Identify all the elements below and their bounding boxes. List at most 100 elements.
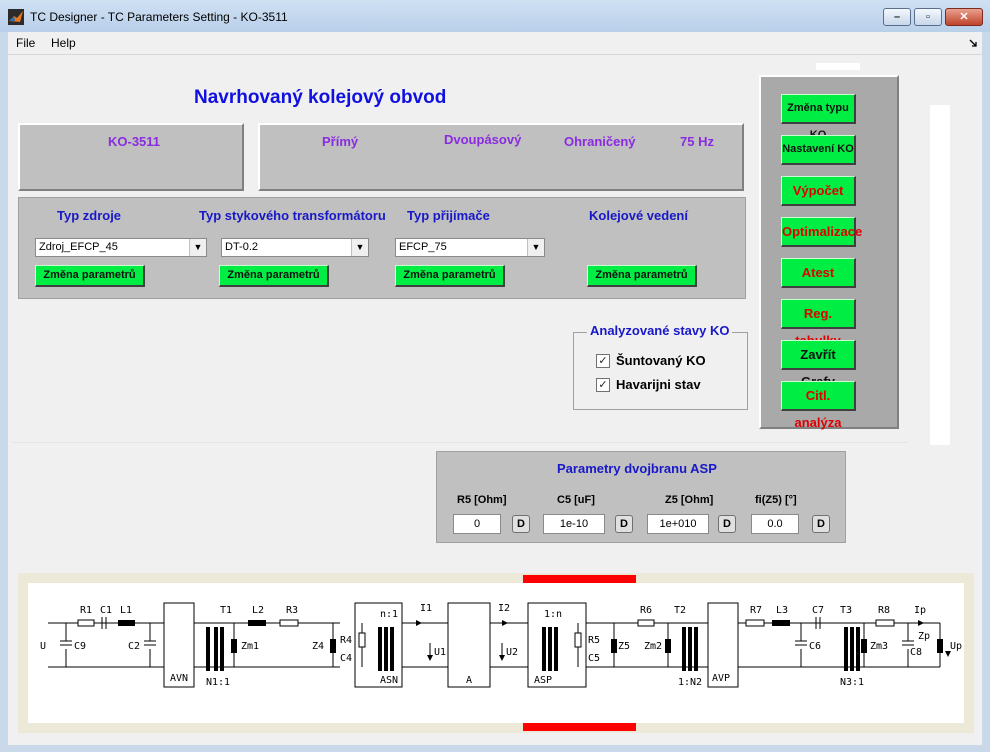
label-L1: L1 <box>120 605 132 616</box>
label-Ip: Ip <box>914 605 926 616</box>
c5-label: C5 [uF] <box>557 494 595 506</box>
label-Z5: Z5 <box>618 641 630 652</box>
label-n-1: n:1 <box>380 609 398 620</box>
z5-input[interactable]: 1e+010 <box>647 514 709 534</box>
c5-d-button[interactable]: D <box>615 515 633 533</box>
track-line-label: Kolejové vedení <box>589 208 688 223</box>
analyzed-states-legend: Analyzované stavy KO <box>587 323 733 338</box>
fi-z5-label: fi(Z5) [°] <box>755 494 797 506</box>
label-C9: C9 <box>74 641 86 652</box>
maximize-button[interactable]: ▫ <box>914 8 942 26</box>
menu-help[interactable]: Help <box>51 36 76 50</box>
change-type-button[interactable]: Změna typu KO <box>781 94 856 141</box>
label-Zp: Zp <box>918 631 930 642</box>
ko-name: KO-3511 <box>108 134 161 149</box>
source-type-value: Zdroj_EFCP_45 <box>39 241 118 253</box>
label-C4: C4 <box>340 653 352 664</box>
close-graphs-button[interactable]: Zavřít Grafy <box>781 340 856 389</box>
receiver-change-params-button[interactable]: Změna parametrů <box>395 265 505 287</box>
asp-marker-top <box>523 575 636 583</box>
r5-input[interactable]: 0 <box>453 514 501 534</box>
ko-summary-panel: Přímý Dvoupásový Ohraničený 75 Hz <box>258 123 744 191</box>
source-change-params-button[interactable]: Změna parametrů <box>35 265 145 287</box>
source-type-label: Typ zdroje <box>57 208 122 223</box>
menu-file[interactable]: File <box>16 36 35 50</box>
window-title: TC Designer - TC Parameters Setting - KO… <box>30 10 288 24</box>
label-C1: C1 <box>100 605 112 616</box>
asp-marker-bottom <box>523 723 636 731</box>
maximize-icon: ▫ <box>926 11 930 23</box>
fi-z5-d-button[interactable]: D <box>812 515 830 533</box>
label-Zm1: Zm1 <box>241 641 259 652</box>
label-T1: T1 <box>220 605 232 616</box>
line-change-params-button[interactable]: Změna parametrů <box>587 265 697 287</box>
label-ASN: ASN <box>380 675 398 686</box>
asp-params-panel: Parametry dvojbranu ASP R5 [Ohm] C5 [uF]… <box>436 451 846 543</box>
label-R4: R4 <box>340 635 352 646</box>
sensitivity-button[interactable]: Citl. analýza <box>781 381 856 430</box>
minimize-button[interactable]: – <box>883 8 911 26</box>
chevron-down-icon: ▼ <box>527 239 544 256</box>
fi-z5-input[interactable]: 0.0 <box>751 514 799 534</box>
label-C7: C7 <box>812 605 824 616</box>
minimize-icon: – <box>893 11 901 23</box>
receiver-type-value: EFCP_75 <box>399 241 447 253</box>
c5-input[interactable]: 1e-10 <box>543 514 605 534</box>
ko-rail: Dvoupásový <box>444 132 522 147</box>
receiver-type-select[interactable]: EFCP_75 ▼ <box>395 238 545 257</box>
label-AVP: AVP <box>712 673 730 684</box>
label-T3: T3 <box>840 605 852 616</box>
main-content: Navrhovaný kolejový obvod KO-3511 Přímý … <box>8 55 982 745</box>
asp-params-title: Parametry dvojbranu ASP <box>557 461 717 476</box>
settings-button[interactable]: Nastavení KO <box>781 135 856 165</box>
label-A: A <box>466 675 472 686</box>
z5-d-button[interactable]: D <box>718 515 736 533</box>
label-Zm3: Zm3 <box>870 641 888 652</box>
source-type-select[interactable]: Zdroj_EFCP_45 ▼ <box>35 238 207 257</box>
transformer-type-select[interactable]: DT-0.2 ▼ <box>221 238 369 257</box>
ko-name-panel: KO-3511 <box>18 123 244 191</box>
label-U1: U1 <box>434 647 446 658</box>
label-U: U <box>40 641 46 652</box>
label-I2: I2 <box>498 603 510 614</box>
label-C2: C2 <box>128 641 140 652</box>
close-button[interactable]: ✕ <box>945 8 983 26</box>
label-L2: L2 <box>252 605 264 616</box>
menu-bar: File Help <box>8 32 982 55</box>
label-R3: R3 <box>286 605 298 616</box>
ko-limit: Ohraničený <box>564 134 636 149</box>
label-R7: R7 <box>750 605 762 616</box>
label-1-n: 1:n <box>544 609 562 620</box>
vertical-scroll-track[interactable] <box>930 105 950 445</box>
title-bar[interactable]: TC Designer - TC Parameters Setting - KO… <box>0 0 990 32</box>
optimize-button[interactable]: Optimalizace <box>781 217 862 247</box>
label-I1: I1 <box>420 603 432 614</box>
divider <box>12 442 908 443</box>
circuit-diagram: U C9 R1 C1 L1 C2 AVN T1 Zm1 N1:1 L2 R3 Z… <box>28 583 964 723</box>
label-N3-1: N3:1 <box>840 677 864 688</box>
label-C8: C8 <box>910 647 922 658</box>
reg-tables-button[interactable]: Reg. tabulky <box>781 299 856 348</box>
action-buttons-panel: Změna typu KO Nastavení KO Výpočet Optim… <box>759 75 899 430</box>
compute-button[interactable]: Výpočet <box>781 176 856 206</box>
label-L3: L3 <box>776 605 788 616</box>
page-title: Navrhovaný kolejový obvod <box>194 87 447 108</box>
dock-arrow-icon[interactable] <box>968 38 978 48</box>
circuit-diagram-area: U C9 R1 C1 L1 C2 AVN T1 Zm1 N1:1 L2 R3 Z… <box>18 573 974 733</box>
analyzed-states-group: Analyzované stavy KO ✓ Šuntovaný KO ✓ Ha… <box>573 323 748 410</box>
shunt-checkbox[interactable]: ✓ <box>596 354 610 368</box>
label-ASP: ASP <box>534 675 552 686</box>
shunt-label: Šuntovaný KO <box>616 353 706 368</box>
label-AVN: AVN <box>170 673 188 684</box>
transformer-change-params-button[interactable]: Změna parametrů <box>219 265 329 287</box>
r5-label: R5 [Ohm] <box>457 494 507 506</box>
atest-button[interactable]: Atest <box>781 258 856 288</box>
ko-type: Přímý <box>322 134 359 149</box>
transformer-type-value: DT-0.2 <box>225 241 259 253</box>
z5-label: Z5 [Ohm] <box>665 494 714 506</box>
chevron-down-icon: ▼ <box>189 239 206 256</box>
r5-d-button[interactable]: D <box>512 515 530 533</box>
emergency-label: Havarijni stav <box>616 377 701 392</box>
emergency-checkbox[interactable]: ✓ <box>596 378 610 392</box>
label-Up: Up <box>950 641 962 652</box>
